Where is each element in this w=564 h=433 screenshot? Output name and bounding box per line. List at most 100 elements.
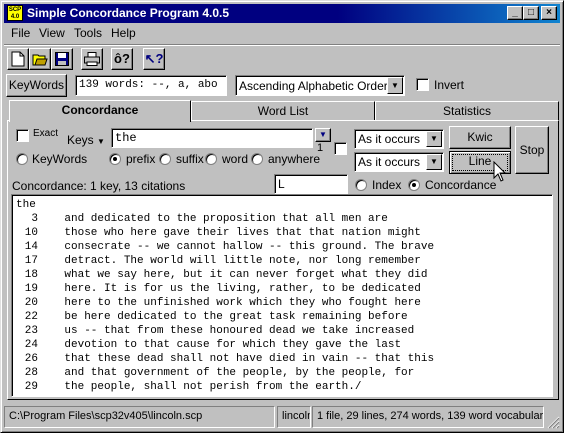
result-line[interactable]: 3 and dedicated to the proposition that … — [16, 212, 548, 226]
line-text: those who here gave their lives that tha… — [64, 227, 421, 239]
radio-word-label: word — [222, 152, 249, 166]
line-number: 14 — [24, 241, 38, 253]
menu-file[interactable]: File — [11, 26, 30, 40]
result-line[interactable]: 22 be here dedicated to the great task r… — [16, 310, 548, 324]
result-line[interactable]: 23 us -- that from these honoured dead w… — [16, 324, 548, 338]
menu-help[interactable]: Help — [111, 26, 136, 40]
minimize-button[interactable]: _ — [507, 6, 523, 20]
line-text: here to the unfinished work which they w… — [64, 297, 421, 309]
status-stats: 1 file, 29 lines, 274 words, 139 word vo… — [312, 406, 544, 428]
menu-bar: File View Tools Help — [4, 24, 560, 42]
line-number: 24 — [24, 339, 38, 351]
tab-word-list[interactable]: Word List — [191, 101, 375, 121]
order-select-2-value: As it occurs — [358, 155, 421, 169]
open-icon[interactable] — [29, 48, 51, 70]
keywords-summary-field[interactable]: 139 words: --, a, abo — [75, 75, 227, 96]
line-text: the people, shall not perish from the ea… — [64, 381, 362, 393]
chevron-down-icon[interactable]: ▼ — [426, 154, 442, 170]
stop-button[interactable]: Stop — [515, 126, 549, 174]
print-icon[interactable] — [81, 48, 103, 70]
radio-prefix-label: prefix — [126, 152, 156, 166]
line-text: here. It is for us the living, rather, t… — [64, 283, 421, 295]
tab-concordance[interactable]: Concordance — [9, 100, 191, 122]
line-text: that these dead shall not have died in v… — [64, 353, 435, 365]
context-help-icon[interactable]: ↖? — [143, 48, 165, 70]
invert-checkbox[interactable] — [416, 78, 429, 91]
order-select-1[interactable]: As it occurs ▼ — [354, 129, 444, 149]
title-bar[interactable]: SCP 4.0 Simple Concordance Program 4.0.5… — [4, 4, 560, 23]
line-filter-input[interactable]: L — [274, 174, 348, 194]
line-number: 23 — [24, 325, 38, 337]
result-line[interactable]: 10 those who here gave their lives that … — [16, 226, 548, 240]
keys-label-text: Keys — [67, 133, 94, 147]
keys-dropdown-button[interactable]: ▼ — [315, 128, 331, 142]
resize-grip-icon[interactable] — [546, 415, 560, 429]
line-number: 17 — [24, 255, 38, 267]
chevron-down-icon[interactable]: ▼ — [426, 131, 442, 147]
line-text: devotion to that cause for which they ga… — [64, 339, 402, 351]
menu-tools[interactable]: Tools — [74, 26, 102, 40]
radio-concordance-label: Concordance — [425, 178, 497, 192]
line-number: 3 — [31, 213, 38, 225]
radio-keywords[interactable] — [16, 153, 28, 165]
menu-view[interactable]: View — [39, 26, 65, 40]
result-line[interactable]: 17 detract. The world will little note, … — [16, 254, 548, 268]
keys-label[interactable]: Keys ▼ — [67, 133, 105, 147]
line-text: consecrate -- we cannot hallow -- this g… — [64, 241, 435, 253]
results-list: 3 and dedicated to the proposition that … — [16, 212, 548, 394]
order-select-2[interactable]: As it occurs ▼ — [354, 152, 444, 172]
radio-prefix[interactable] — [109, 153, 121, 165]
exact-checkbox[interactable] — [16, 129, 29, 142]
results-heading: the — [16, 199, 36, 211]
keys-input[interactable]: the — [111, 128, 313, 148]
save-icon[interactable] — [51, 48, 73, 70]
keys-option-checkbox[interactable] — [334, 142, 347, 155]
toolbar: ô? ↖? — [4, 44, 560, 72]
result-line[interactable]: 24 devotion to that cause for which they… — [16, 338, 548, 352]
line-text: detract. The world will little note, nor… — [64, 255, 421, 267]
line-number: 18 — [24, 269, 38, 281]
kwic-button[interactable]: Kwic — [449, 126, 511, 149]
radio-index[interactable] — [355, 179, 367, 191]
line-text: and dedicated to the proposition that al… — [64, 213, 388, 225]
chevron-down-icon[interactable]: ▼ — [387, 77, 403, 94]
radio-index-label: Index — [372, 178, 402, 192]
result-line[interactable]: 18 what we say here, but it can never fo… — [16, 268, 548, 282]
line-number: 19 — [24, 283, 38, 295]
window-title: Simple Concordance Program 4.0.5 — [27, 6, 230, 20]
radio-concordance[interactable] — [408, 179, 420, 191]
result-line[interactable]: 26 that these dead shall not have died i… — [16, 352, 548, 366]
maximize-button[interactable]: □ — [523, 6, 539, 20]
radio-anywhere[interactable] — [251, 153, 263, 165]
radio-keywords-label: KeyWords — [32, 152, 88, 166]
sort-order-select[interactable]: Ascending Alphabetic Order ▼ — [235, 75, 405, 96]
result-line[interactable]: 14 consecrate -- we cannot hallow -- thi… — [16, 240, 548, 254]
close-button[interactable]: × — [541, 6, 557, 20]
keywords-button[interactable]: KeyWords — [6, 74, 67, 97]
order-select-1-value: As it occurs — [358, 132, 421, 146]
concordance-summary: Concordance: 1 key, 13 citations — [12, 179, 186, 193]
status-file: lincoln — [277, 406, 311, 428]
new-icon[interactable] — [7, 48, 29, 70]
exact-label: Exact — [33, 128, 59, 139]
about-icon[interactable]: ô? — [111, 48, 133, 70]
line-number: 28 — [24, 367, 38, 379]
radio-suffix-label: suffix — [176, 152, 204, 166]
line-text: and that government of the people, by th… — [64, 367, 415, 379]
invert-label: Invert — [434, 78, 465, 92]
line-text: be here dedicated to the great task rema… — [64, 311, 408, 323]
line-number: 26 — [24, 353, 38, 365]
line-number: 10 — [24, 227, 38, 239]
radio-suffix[interactable] — [159, 153, 171, 165]
tab-statistics[interactable]: Statistics — [375, 101, 559, 121]
result-line[interactable]: 28 and that government of the people, by… — [16, 366, 548, 380]
result-line[interactable]: 20 here to the unfinished work which the… — [16, 296, 548, 310]
result-line[interactable]: 29 the people, shall not perish from the… — [16, 380, 548, 394]
line-number: 29 — [24, 381, 38, 393]
app-window: SCP 4.0 Simple Concordance Program 4.0.5… — [0, 0, 564, 433]
concordance-results[interactable]: the 3 and dedicated to the proposition th… — [11, 194, 553, 397]
radio-anywhere-label: anywhere — [268, 152, 321, 166]
line-number: 20 — [24, 297, 38, 309]
result-line[interactable]: 19 here. It is for us the living, rather… — [16, 282, 548, 296]
radio-word[interactable] — [205, 153, 217, 165]
